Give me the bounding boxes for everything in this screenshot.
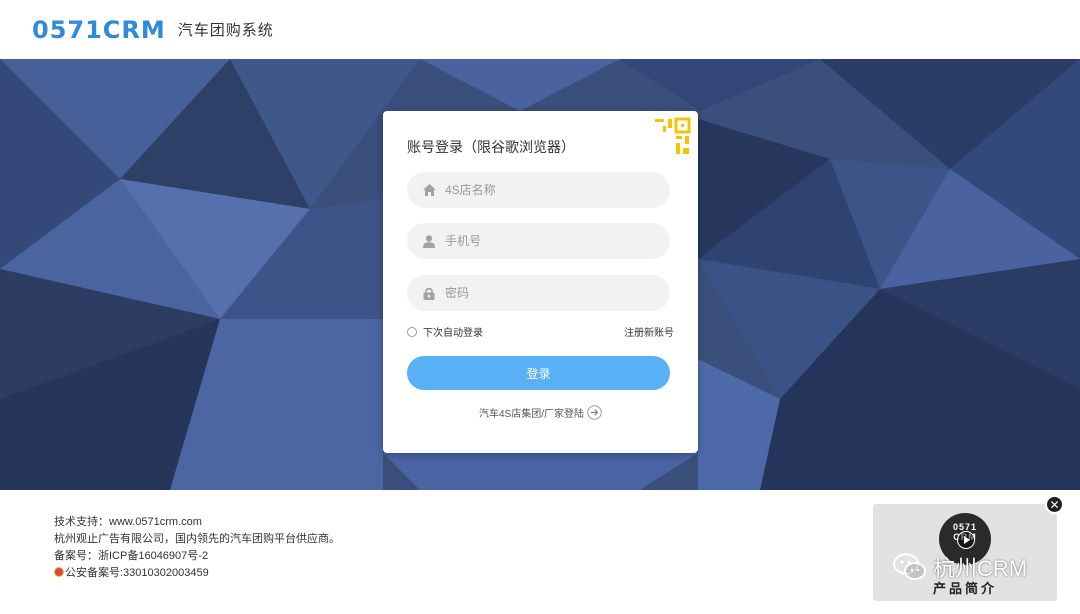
phone-field[interactable] — [407, 223, 670, 259]
lock-icon — [421, 285, 437, 301]
header: 0571CRM 汽车团购系统 — [0, 0, 1080, 59]
qr-code-corner-icon[interactable] — [651, 116, 693, 158]
wechat-icon — [893, 553, 926, 580]
icp-line: 备案号：浙ICP备16046907号-2 — [54, 550, 209, 562]
watermark-text: 杭州CRM — [933, 556, 1028, 581]
password-field[interactable] — [407, 275, 670, 311]
system-title: 汽车团购系统 — [177, 22, 274, 39]
wechat-watermark: 杭州CRM — [893, 551, 1027, 583]
home-icon — [421, 182, 437, 198]
police-record: 公安备案号:33010302003459 — [65, 567, 209, 579]
user-icon — [421, 233, 437, 249]
register-link[interactable]: 注册新账号 — [624, 324, 674, 339]
brand-logo[interactable]: 0571CRM — [32, 16, 166, 44]
close-icon[interactable]: ✕ — [1045, 495, 1064, 514]
remember-me[interactable]: 下次自动登录 — [407, 324, 483, 339]
group-login-link[interactable]: 汽车4S店集团/厂家登陆 — [383, 405, 698, 420]
phone-input[interactable] — [445, 234, 655, 248]
remember-checkbox[interactable] — [407, 326, 417, 337]
store-name-input[interactable] — [445, 183, 655, 197]
remember-label: 下次自动登录 — [423, 328, 483, 339]
police-line: 公安备案号:33010302003459 — [54, 565, 340, 582]
support-line: 技术支持：www.0571crm.com — [54, 516, 202, 528]
store-name-field[interactable] — [407, 172, 670, 208]
login-button[interactable]: 登录 — [407, 356, 670, 390]
company-line: 杭州观止广告有限公司，国内领先的汽车团购平台供应商。 — [54, 533, 340, 545]
footer-info: 技术支持：www.0571crm.com 杭州观止广告有限公司，国内领先的汽车团… — [54, 514, 340, 582]
password-input[interactable] — [445, 286, 655, 300]
login-card: 账号登录（限谷歌浏览器） 下次自动登录 注册新账号 登录 — [383, 111, 698, 453]
play-icon[interactable] — [957, 531, 975, 549]
arrow-right-circle-icon — [587, 405, 602, 420]
login-title: 账号登录（限谷歌浏览器） — [407, 139, 575, 155]
group-login-label: 汽车4S店集团/厂家登陆 — [478, 409, 584, 420]
police-badge-icon — [54, 567, 64, 577]
